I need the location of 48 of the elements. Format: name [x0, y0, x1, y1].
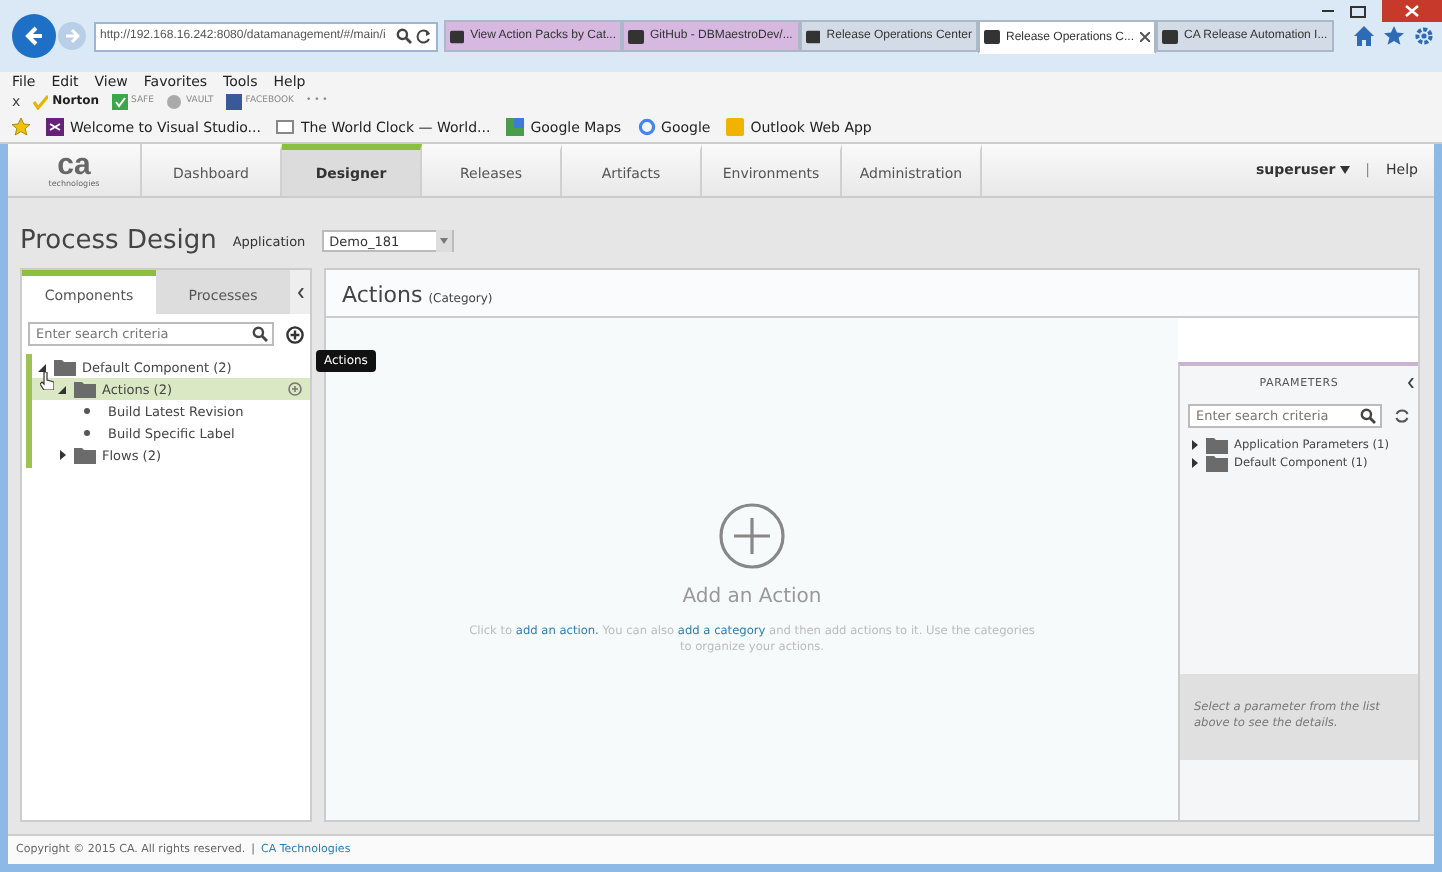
star-icon — [1384, 26, 1404, 46]
site-icon — [984, 30, 1000, 44]
close-icon — [1382, 0, 1442, 22]
home-icon — [1354, 26, 1374, 46]
refresh-icon — [1394, 408, 1410, 424]
site-icon — [628, 29, 644, 43]
expanded-triangle-icon — [38, 363, 46, 371]
add-icon — [286, 325, 304, 343]
site-icon — [46, 118, 64, 136]
search-icon — [396, 28, 412, 44]
logo: ca — [57, 152, 91, 178]
page-title: Process Design — [20, 226, 217, 256]
cursor-icon — [40, 372, 54, 390]
folder-icon — [74, 446, 96, 464]
site-icon — [1162, 29, 1178, 43]
collapse-icon[interactable] — [1408, 378, 1414, 388]
favorites-star-icon — [12, 118, 30, 136]
site-icon — [506, 118, 525, 136]
search-icon — [1360, 408, 1376, 424]
site-icon — [637, 118, 656, 136]
left-arrow-icon — [22, 24, 46, 48]
expanded-triangle-icon — [58, 385, 66, 393]
check-icon — [32, 93, 49, 109]
panel-title: Actions — [342, 282, 423, 308]
collapse-icon[interactable] — [297, 287, 303, 297]
empty-title: Add an Action — [682, 586, 822, 608]
vault-icon — [165, 93, 182, 109]
site-icon — [726, 118, 745, 136]
folder-icon — [1206, 454, 1228, 472]
site-icon — [276, 118, 295, 136]
add-icon[interactable] — [718, 502, 786, 570]
close-icon[interactable] — [1140, 32, 1150, 42]
site-icon — [450, 29, 465, 43]
right-arrow-icon — [64, 28, 80, 44]
folder-icon — [74, 380, 96, 398]
facebook-icon — [225, 93, 242, 109]
collapsed-triangle-icon — [59, 450, 65, 460]
caret-icon — [1339, 166, 1350, 174]
maximize-icon — [1350, 5, 1366, 17]
minimize-icon — [1322, 10, 1334, 12]
refresh-icon — [416, 28, 432, 44]
add-icon — [288, 382, 302, 396]
site-icon — [806, 29, 821, 43]
back-button[interactable] — [12, 14, 56, 58]
caret-icon — [439, 238, 448, 244]
search-icon — [252, 326, 268, 342]
folder-icon — [1206, 436, 1228, 454]
settings-icon — [1414, 26, 1434, 46]
